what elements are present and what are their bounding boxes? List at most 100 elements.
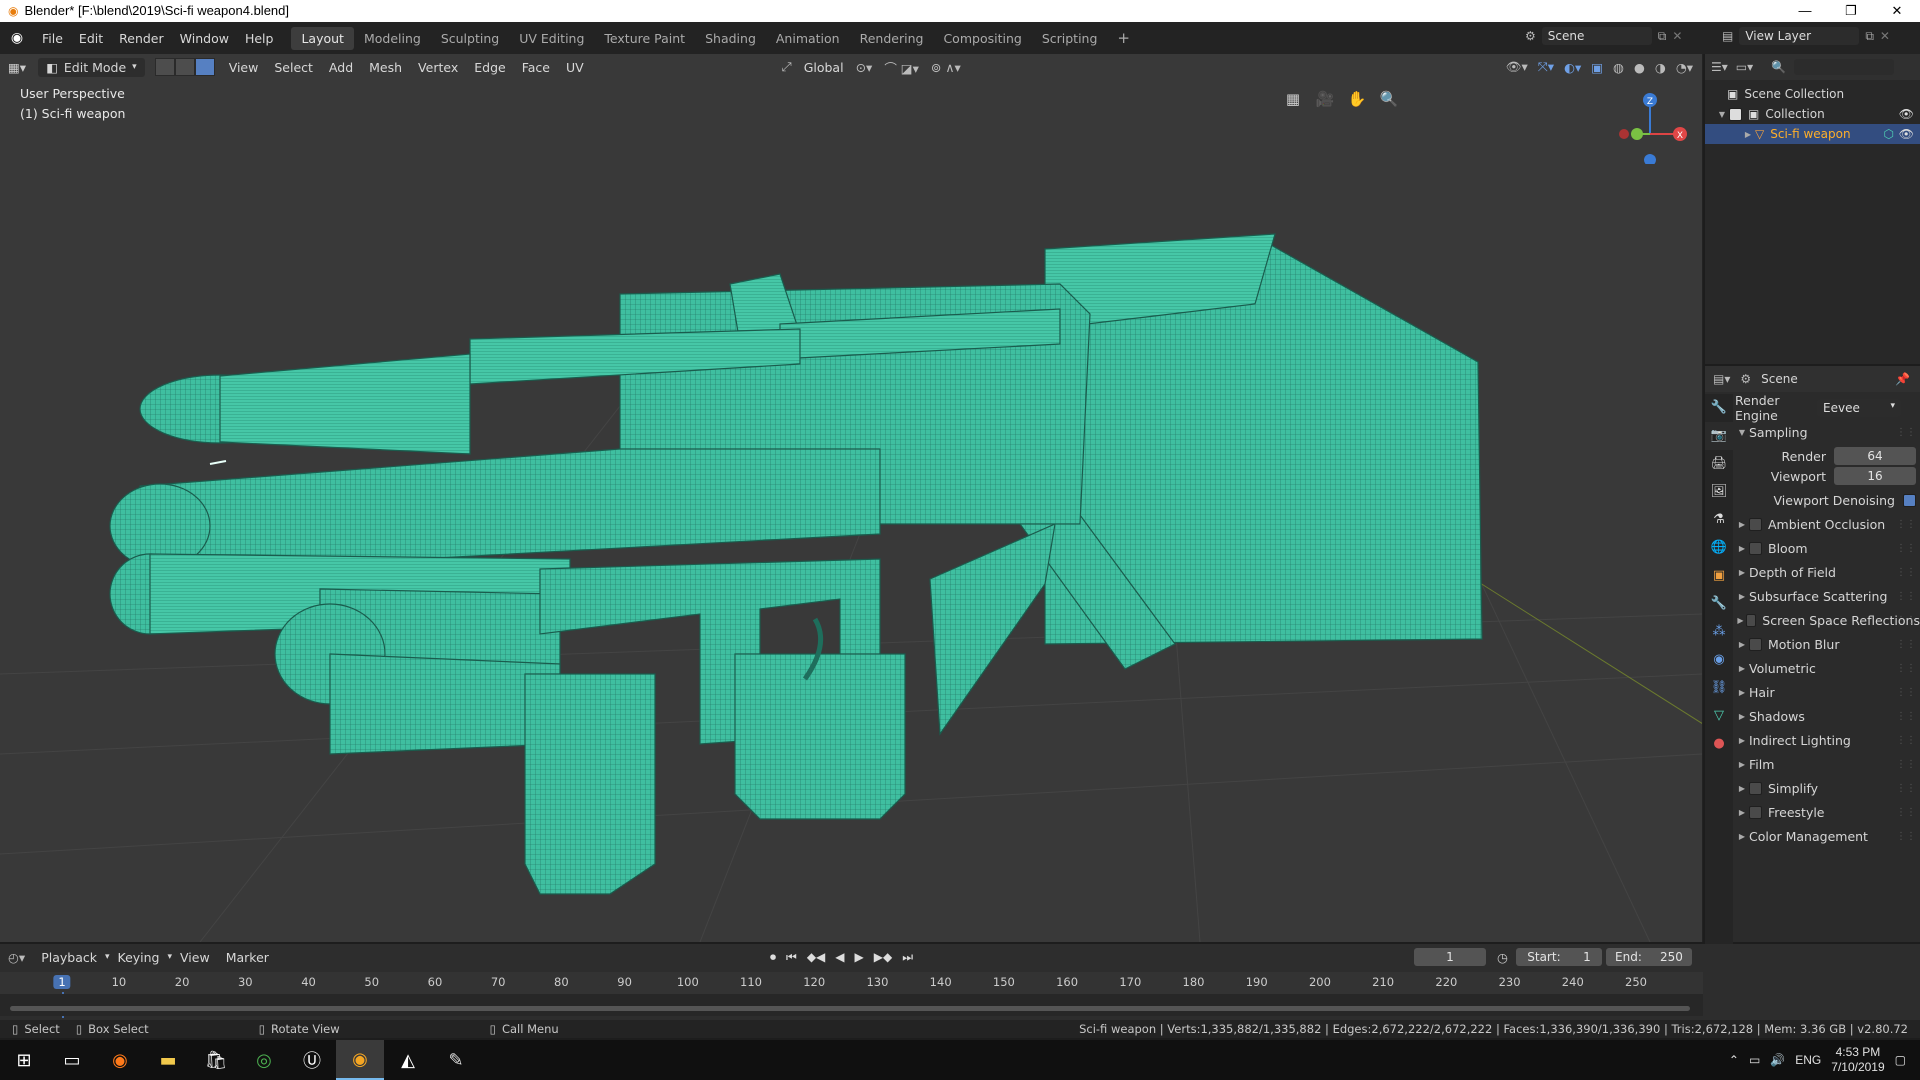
jump-end-button[interactable]: ⏭ <box>902 950 913 965</box>
outliner-object-row[interactable]: ▶ ▽ Sci-fi weapon ⬡ 👁 <box>1705 124 1920 144</box>
next-keyframe-button[interactable]: ▶◆ <box>874 950 892 965</box>
physics-tab-icon[interactable]: ◉ <box>1705 646 1733 674</box>
panel-screen-space-reflections[interactable]: ▶ Screen Space Reflections ⋮⋮ <box>1735 608 1920 632</box>
blender-taskbar-icon[interactable]: ◉ <box>336 1040 384 1080</box>
render-samples-field[interactable]: 64 <box>1834 447 1916 465</box>
tab-layout[interactable]: Layout <box>291 26 354 50</box>
tray-expand-icon[interactable]: ⌃ <box>1729 1053 1739 1067</box>
menu-vertex[interactable]: Vertex <box>410 58 466 77</box>
unreal-engine-icon[interactable]: Ⓤ <box>288 1040 336 1080</box>
tab-uv-editing[interactable]: UV Editing <box>509 27 594 50</box>
tab-texture-paint[interactable]: Texture Paint <box>594 27 695 50</box>
sampling-panel-header[interactable]: ▼ Sampling ⋮⋮ <box>1735 420 1920 444</box>
drag-handle-icon[interactable]: ⋮⋮ <box>1896 783 1916 794</box>
tab-sculpting[interactable]: Sculpting <box>431 27 509 50</box>
outliner-scene-collection[interactable]: ▣ Scene Collection <box>1705 84 1920 104</box>
drag-handle-icon[interactable]: ⋮⋮ <box>1896 687 1916 698</box>
mode-dropdown[interactable]: ◧ Edit Mode ▾ <box>38 57 145 77</box>
drag-handle-icon[interactable]: ⋮⋮ <box>1896 831 1916 842</box>
drag-handle-icon[interactable]: ⋮⋮ <box>1896 519 1916 530</box>
menu-playback[interactable]: Playback <box>33 950 105 965</box>
outliner-search-input[interactable] <box>1794 59 1895 75</box>
panel-enable-checkbox[interactable] <box>1745 613 1757 627</box>
menu-window[interactable]: Window <box>172 31 237 46</box>
firefox-icon[interactable]: ◉ <box>96 1040 144 1080</box>
editor-type-icon[interactable]: ▦▾ <box>0 58 34 77</box>
chrome-icon[interactable]: ◎ <box>240 1040 288 1080</box>
shading-wireframe-icon[interactable]: ◍ <box>1613 60 1624 75</box>
menu-keying[interactable]: Keying <box>110 950 168 965</box>
frame-ruler[interactable]: 1 10 20 30 40 50 60 70 80 90 100 110 120 130 140 150 160… <box>0 972 1703 1018</box>
panel-enable-checkbox[interactable] <box>1749 541 1762 555</box>
menu-mesh[interactable]: Mesh <box>361 58 410 77</box>
overlay-toggle-icon[interactable]: ◐▾ <box>1564 60 1581 75</box>
menu-view[interactable]: View <box>172 950 218 965</box>
shading-solid-icon[interactable]: ● <box>1634 60 1645 75</box>
file-explorer-icon[interactable]: ▬ <box>144 1040 192 1080</box>
panel-hair[interactable]: ▶ Hair ⋮⋮ <box>1735 680 1920 704</box>
shading-rendered-icon[interactable]: ◔▾ <box>1676 60 1693 75</box>
maximize-button[interactable]: ❐ <box>1828 0 1874 22</box>
current-frame-field[interactable]: 1 <box>1414 948 1486 966</box>
drag-handle-icon[interactable]: ⋮⋮ <box>1896 615 1916 626</box>
tool-tab-icon[interactable]: 🔧 <box>1705 394 1733 422</box>
pin-icon[interactable]: 📌 <box>1895 372 1910 386</box>
windows-start-icon[interactable]: ⊞ <box>0 1040 48 1080</box>
menu-marker[interactable]: Marker <box>218 950 277 965</box>
expand-arrow-icon[interactable]: ▶ <box>1741 130 1755 139</box>
store-icon[interactable]: 🛍 <box>192 1040 240 1080</box>
timeline-scrollbar[interactable] <box>10 1006 1690 1011</box>
panel-color-management[interactable]: ▶ Color Management ⋮⋮ <box>1735 824 1920 848</box>
play-button[interactable]: ▶ <box>855 950 864 965</box>
output-tab-icon[interactable]: 🖨 <box>1705 450 1733 478</box>
panel-enable-checkbox[interactable] <box>1749 805 1762 819</box>
panel-ambient-occlusion[interactable]: ▶ Ambient Occlusion ⋮⋮ <box>1735 512 1920 536</box>
edge-select-button[interactable] <box>174 58 195 76</box>
menu-edge[interactable]: Edge <box>466 58 513 77</box>
tab-rendering[interactable]: Rendering <box>850 27 934 50</box>
shading-material-icon[interactable]: ◑ <box>1655 60 1666 75</box>
grid-view-icon[interactable]: ▦ <box>1280 86 1306 112</box>
menu-face[interactable]: Face <box>514 58 558 77</box>
outliner-editor-icon[interactable]: ☰▾ <box>1711 60 1728 74</box>
record-button[interactable]: ⏺ <box>770 950 776 965</box>
expand-arrow-icon[interactable]: ▼ <box>1715 110 1729 119</box>
new-view-layer-icon[interactable]: ⧉ <box>1865 29 1874 44</box>
play-reverse-button[interactable]: ◀ <box>835 950 844 965</box>
modifier-tab-icon[interactable]: 🔧 <box>1705 590 1733 618</box>
new-scene-icon[interactable]: ⧉ <box>1658 29 1667 44</box>
add-workspace-icon[interactable]: + <box>1107 25 1140 51</box>
eye-icon[interactable]: 👁 <box>1899 107 1914 121</box>
menu-render[interactable]: Render <box>111 31 172 46</box>
pan-hand-icon[interactable]: ✋ <box>1344 86 1370 112</box>
clock[interactable]: 4:53 PM 7/10/2019 <box>1831 1045 1884 1075</box>
keyframe-track[interactable] <box>0 994 1703 1016</box>
prev-keyframe-button[interactable]: ◆◀ <box>807 950 825 965</box>
view-layer-icon[interactable]: ▤ <box>1722 29 1733 43</box>
panel-subsurface-scattering[interactable]: ▶ Subsurface Scattering ⋮⋮ <box>1735 584 1920 608</box>
panel-volumetric[interactable]: ▶ Volumetric ⋮⋮ <box>1735 656 1920 680</box>
timeline-editor-icon[interactable]: ◴▾ <box>0 950 33 965</box>
constraints-tab-icon[interactable]: ⛓ <box>1705 674 1733 702</box>
drag-handle-icon[interactable]: ⋮⋮ <box>1896 639 1916 650</box>
render-engine-dropdown[interactable]: Eevee ▾ <box>1817 399 1901 417</box>
menu-help[interactable]: Help <box>237 31 282 46</box>
outliner-collection[interactable]: ▼ ▣ Collection 👁 <box>1705 104 1920 124</box>
world-tab-icon[interactable]: 🌐 <box>1705 534 1733 562</box>
tab-scripting[interactable]: Scripting <box>1032 27 1108 50</box>
panel-bloom[interactable]: ▶ Bloom ⋮⋮ <box>1735 536 1920 560</box>
data-tab-icon[interactable]: ▽ <box>1705 702 1733 730</box>
tab-compositing[interactable]: Compositing <box>933 27 1031 50</box>
drag-handle-icon[interactable]: ⋮⋮ <box>1896 759 1916 770</box>
panel-freestyle[interactable]: ▶ Freestyle ⋮⋮ <box>1735 800 1920 824</box>
collection-checkbox[interactable] <box>1729 107 1742 121</box>
panel-shadows[interactable]: ▶ Shadows ⋮⋮ <box>1735 704 1920 728</box>
orientation-dropdown[interactable]: Global <box>796 58 852 77</box>
display-mode-icon[interactable]: ▭▾ <box>1736 60 1753 74</box>
menu-file[interactable]: File <box>34 31 71 46</box>
menu-edit[interactable]: Edit <box>71 31 111 46</box>
tab-animation[interactable]: Animation <box>766 27 850 50</box>
menu-select[interactable]: Select <box>266 58 321 77</box>
camera-view-icon[interactable]: 🎥 <box>1312 86 1338 112</box>
navigation-gizmo[interactable]: Z X <box>1610 84 1690 164</box>
